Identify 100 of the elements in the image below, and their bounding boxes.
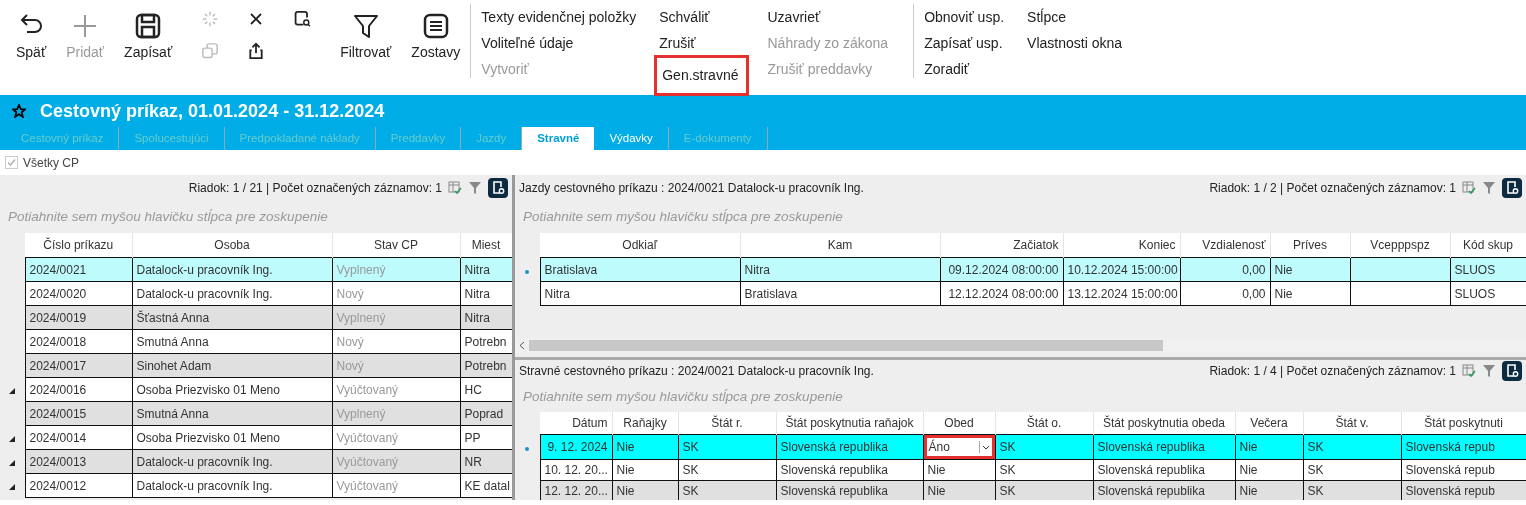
current-row-dot-icon — [525, 269, 530, 274]
panel-title: Jazdy cestovného príkazu : 2024/0021 Datalock-u pracovník Ing. — [519, 180, 865, 195]
column-header[interactable]: Dátum — [540, 412, 612, 435]
menu-item[interactable]: Stĺpce — [1022, 3, 1128, 32]
menu-item[interactable]: Uzavrieť — [762, 3, 894, 32]
table-cell: Smutná Anna — [132, 329, 332, 354]
column-header[interactable]: Štát v. — [1303, 412, 1401, 435]
table-cell: 10. 12. 20... — [540, 459, 612, 481]
table-cell: Vyúčtovaný — [332, 449, 460, 474]
filter-icon[interactable] — [1482, 180, 1496, 195]
checkbox-label: Všetky CP — [23, 155, 79, 170]
menu-item[interactable]: Vlastnosti okna — [1022, 29, 1128, 58]
column-header[interactable]: Večera — [1235, 412, 1303, 435]
table-cell: 2024/0018 — [25, 329, 132, 354]
table-cell: SK — [1303, 434, 1401, 460]
dropdown-field[interactable]: Áno — [924, 435, 994, 459]
column-header[interactable]: Kam — [740, 233, 940, 258]
table-cell: 2024/0020 — [25, 281, 132, 306]
report-list-icon — [421, 12, 450, 40]
table-cell: Slovenská republika — [776, 434, 923, 460]
triangle-icon[interactable] — [9, 459, 16, 466]
table-cell: Vyúčtovaný — [332, 377, 460, 402]
toolbar-button[interactable]: Zapísať — [114, 0, 183, 60]
row-counter: Riadok: 1 / 21 | Počet označených záznamov: 1 — [188, 180, 442, 195]
table-cell: Datalock-u pracovník Ing. — [132, 257, 332, 282]
panel-title: Stravné cestovného príkazu : 2024/0021 Datalock-u pracovník Ing. — [519, 364, 875, 378]
column-header[interactable]: Štát poskytnutia raňajok — [776, 412, 923, 435]
table-cell: 2024/0012 — [25, 473, 132, 498]
menu-item[interactable]: Schváliť — [654, 3, 750, 32]
table-cell: 2024/0021 — [25, 257, 132, 282]
toolbar-button[interactable]: Filtrovať — [330, 0, 402, 60]
table-cell: SLUOS — [1450, 257, 1526, 282]
table-cell: Vyplnený — [332, 257, 460, 282]
column-header[interactable]: Príves — [1270, 233, 1350, 258]
table-cell: SK — [678, 434, 776, 460]
table-check-icon[interactable] — [448, 180, 462, 195]
column-header[interactable]: Koniec — [1063, 233, 1180, 258]
table-cell: Vyúčtovaný — [332, 473, 460, 498]
menu-item[interactable]: Texty evidenčnej položky — [476, 3, 642, 32]
menu-item[interactable]: Zrušiť — [654, 29, 750, 58]
page-search-icon[interactable] — [1502, 361, 1522, 381]
column-header[interactable]: Začiatok — [940, 233, 1063, 258]
column-header[interactable]: Kód skup — [1450, 233, 1526, 258]
toolbar-button[interactable]: Zostavy — [401, 0, 471, 60]
menu-item[interactable]: Obnoviť usp. — [919, 3, 1010, 32]
column-header[interactable]: Stav CP — [332, 233, 460, 258]
table-cell: Osoba Priezvisko 01 Meno — [132, 425, 332, 450]
column-header[interactable]: Štát poskytnutia obeda — [1093, 412, 1235, 435]
copy-icon — [200, 40, 221, 61]
group-by-hint: Potiahnite sem myšou hlavičku stĺpca pre zoskupenie — [522, 388, 844, 406]
column-header[interactable]: Vcepppspz — [1350, 233, 1450, 258]
table-check-icon[interactable] — [1462, 364, 1476, 378]
table-check-icon[interactable] — [1462, 180, 1476, 195]
table-cell: 10.12.2024 15:00:00 — [1063, 257, 1180, 282]
table-cell: 09.12.2024 08:00:00 — [940, 257, 1063, 282]
table-cell: Šťastná Anna — [132, 305, 332, 330]
page-search-icon[interactable] — [1502, 177, 1522, 198]
table-cell: Nitra — [740, 257, 940, 282]
column-header[interactable]: Odkiaľ — [540, 233, 740, 258]
menu-item[interactable]: Gen.stravné — [654, 55, 750, 96]
star-icon[interactable] — [12, 104, 26, 118]
document-title: Cestovný príkaz, 01.01.2024 - 31.12.2024 — [40, 100, 385, 122]
table-cell: 2024/0015 — [25, 401, 132, 426]
table-cell: Nitra — [460, 257, 512, 282]
funnel-icon — [351, 12, 380, 40]
menu-item[interactable]: Voliteľné údaje — [476, 29, 642, 58]
table-cell: Sinohet Adam — [132, 353, 332, 378]
triangle-icon[interactable] — [9, 483, 16, 490]
filter-icon[interactable] — [468, 180, 482, 195]
table-cell: Nitra — [540, 281, 740, 306]
group-by-hint: Potiahnite sem myšou hlavičku stĺpca pre zoskupenie — [7, 208, 329, 226]
table-cell: Smutná Anna — [132, 401, 332, 426]
table-cell: Nie — [1270, 257, 1350, 282]
page-search-icon — [292, 8, 313, 29]
column-header[interactable]: Štát r. — [678, 412, 776, 435]
column-header[interactable]: Osoba — [132, 233, 332, 258]
filter-icon[interactable] — [1482, 364, 1496, 378]
triangle-icon[interactable] — [9, 435, 16, 442]
menu-item[interactable]: Zoradiť — [919, 55, 1010, 84]
table-cell: Osoba Priezvisko 01 Meno — [132, 377, 332, 402]
menu-item[interactable]: Zapísať usp. — [919, 29, 1010, 58]
table-cell: Slovenská repub — [1401, 434, 1526, 460]
toolbar-button[interactable]: Späť — [6, 0, 57, 60]
column-header[interactable]: Obed — [923, 412, 995, 435]
column-header[interactable]: Miest — [460, 233, 512, 258]
column-header[interactable]: Číslo príkazu — [25, 233, 132, 258]
chevron-down-icon — [978, 441, 992, 453]
table-cell: Datalock-u pracovník Ing. — [132, 281, 332, 306]
column-header[interactable]: Vzdialenosť — [1180, 233, 1270, 258]
page-search-icon[interactable] — [488, 177, 508, 198]
table-cell: 12.12.2024 08:00:00 — [940, 281, 1063, 306]
row-counter: Riadok: 1 / 2 | Počet označených záznamov: 1 — [1209, 180, 1456, 195]
column-header[interactable]: Raňajky — [612, 412, 678, 435]
triangle-icon[interactable] — [9, 387, 16, 394]
table-cell: Datalock-u pracovník Ing. — [132, 473, 332, 498]
table-cell: Nový — [332, 329, 460, 354]
table-cell: 2024/0016 — [25, 377, 132, 402]
table-cell: Nie — [1235, 434, 1303, 460]
column-header[interactable]: Štát poskytnuti — [1401, 412, 1526, 435]
column-header[interactable]: Štát o. — [995, 412, 1093, 435]
